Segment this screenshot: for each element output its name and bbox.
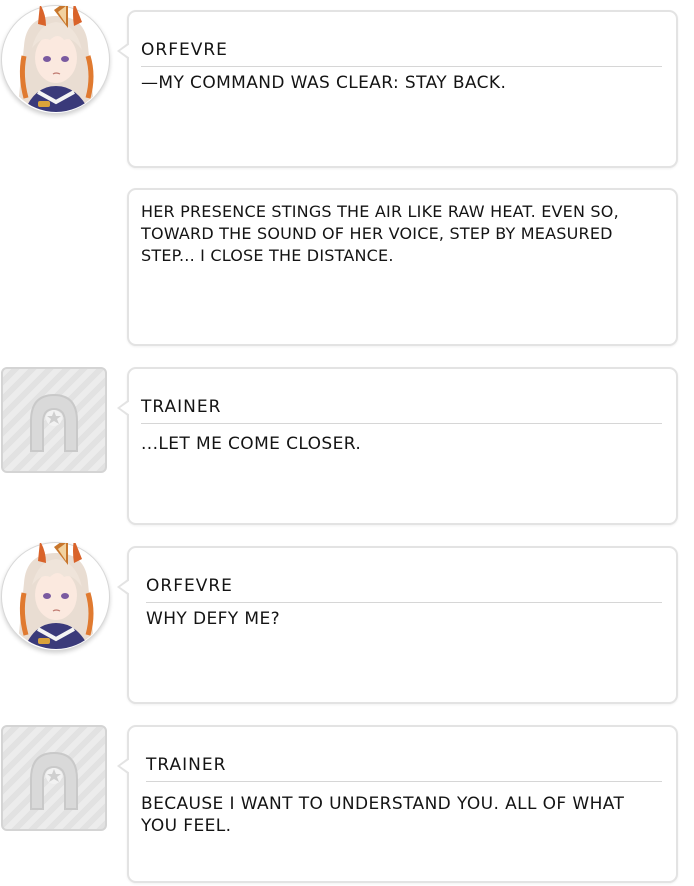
dialogue-text: —My command was clear: stay back. [141, 73, 507, 93]
orfevre-portrait-icon [4, 543, 108, 649]
speaker-name: Orfevre [141, 38, 662, 67]
horseshoe-icon [30, 751, 78, 810]
trainer-avatar [1, 367, 107, 473]
bubble-tail [117, 757, 130, 775]
bubble-tail [117, 578, 130, 596]
speaker-name: Trainer [146, 753, 662, 782]
bubble-tail [117, 42, 130, 60]
dialogue-bubble[interactable]: Trainer ...Let me come closer. [117, 367, 678, 525]
dialogue-text: Because I want to understand you. All of… [141, 794, 631, 836]
dialogue-bubble[interactable]: Orfevre Why defy me? [117, 546, 678, 704]
orfevre-portrait-icon [4, 6, 108, 112]
dialogue-bubble[interactable]: Orfevre —My command was clear: stay back… [117, 10, 678, 168]
bubble-tail [117, 399, 130, 417]
dialogue-text: ...Let me come closer. [141, 434, 362, 454]
narration-text: Her presence stings the air like raw hea… [141, 202, 619, 265]
speaker-name: Trainer [141, 395, 662, 424]
narration-bubble[interactable]: Her presence stings the air like raw hea… [127, 188, 678, 346]
speaker-name: Orfevre [146, 574, 662, 603]
horseshoe-icon [30, 393, 78, 452]
dialogue-bubble[interactable]: Trainer Because I want to understand you… [117, 725, 678, 883]
dialogue-text: Why defy me? [146, 609, 281, 629]
orfevre-avatar [1, 5, 110, 114]
trainer-avatar [1, 725, 107, 831]
orfevre-avatar [1, 542, 110, 651]
